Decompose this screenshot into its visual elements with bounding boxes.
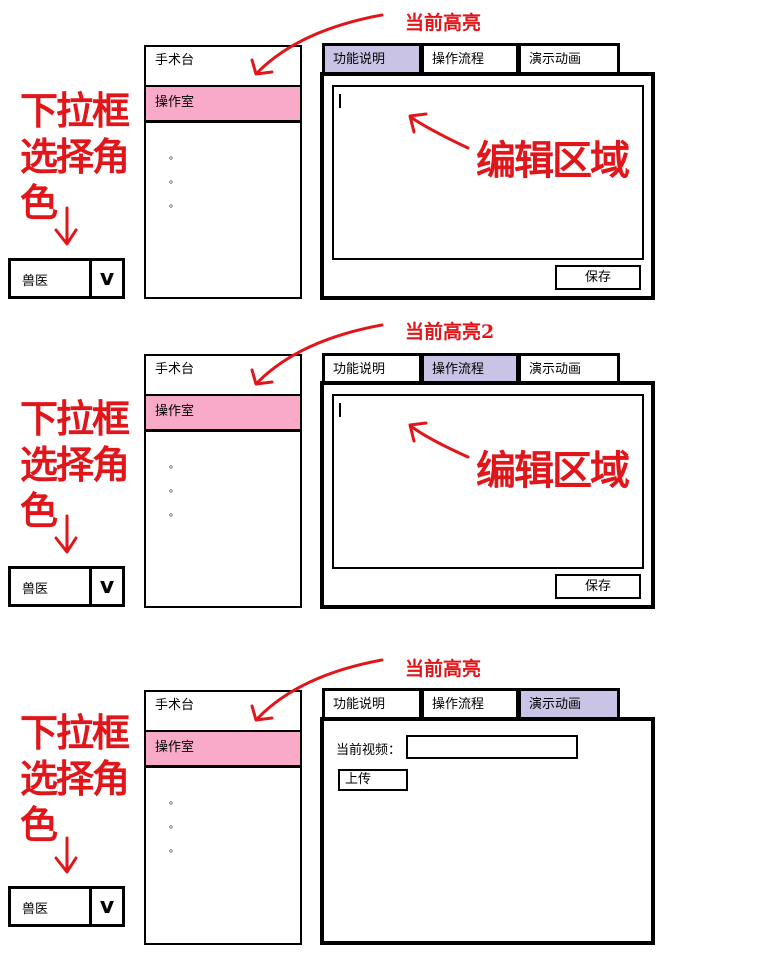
arrow-icon: [410, 425, 470, 459]
arrow-icon: [256, 13, 384, 74]
arrow-icon: [256, 323, 384, 384]
arrow-icon: [256, 658, 384, 720]
arrow-icon: [410, 116, 470, 150]
annotation-arrows: [54, 13, 470, 874]
